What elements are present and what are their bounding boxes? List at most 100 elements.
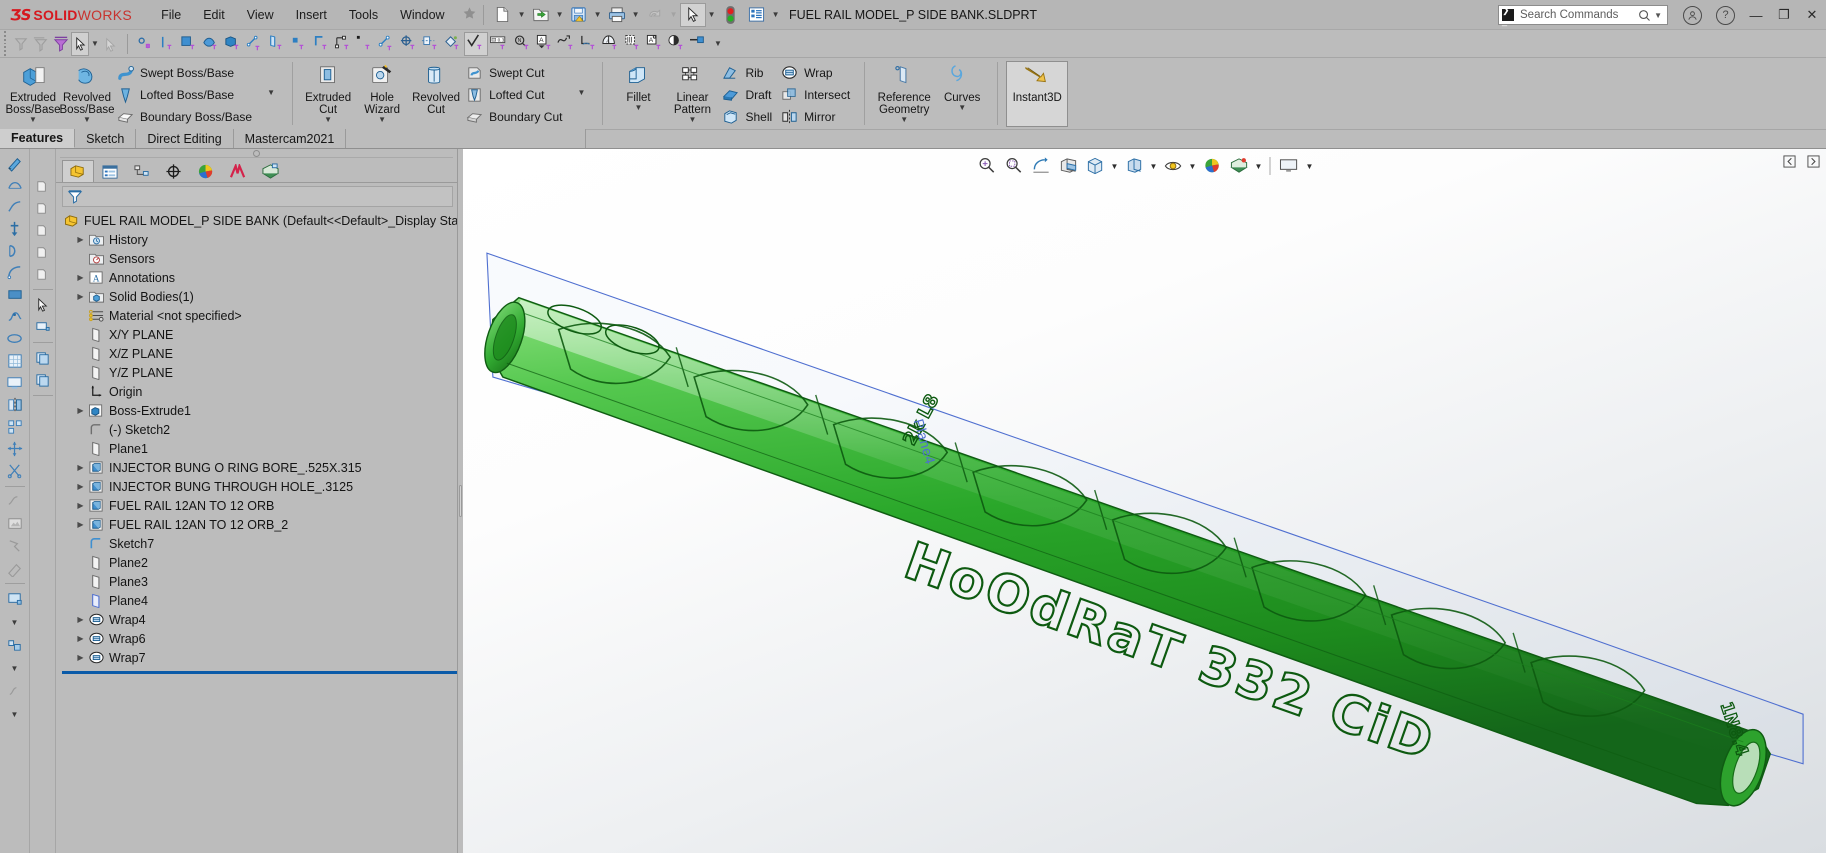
flyout-tree-item-5-icon[interactable] [31, 263, 55, 284]
tree-item-annotations[interactable]: ▶ A Annotations [62, 268, 457, 287]
tree-item-fuel-rail-12an-to-12-orb-2[interactable]: ▶ FUEL RAIL 12AN TO 12 ORB_2 [62, 515, 457, 534]
select-button[interactable] [680, 3, 706, 27]
move-entities-icon[interactable] [3, 438, 27, 459]
mirror-button[interactable]: Mirror [778, 106, 856, 128]
model-viewport[interactable]: HoOdRaT 332 CiD 2k L8 1N8.4 [463, 149, 1826, 853]
tree-item-xz-plane[interactable]: X/Z PLANE [62, 344, 457, 363]
tree-item-plane4[interactable]: Plane4 [62, 591, 457, 610]
tree-item-wrap7[interactable]: ▶ Wrap7 [62, 648, 457, 667]
quick-snaps-icon[interactable] [3, 535, 27, 556]
monitor-display-icon[interactable] [3, 372, 27, 393]
display-style-button[interactable] [1121, 154, 1147, 178]
rib-button[interactable]: Rib [719, 62, 778, 84]
menu-tools[interactable]: Tools [338, 4, 389, 26]
sketch-tool-icon[interactable] [3, 152, 27, 173]
tree-item-wrap4[interactable]: ▶ Wrap4 [62, 610, 457, 629]
fm-tab-dimxpert-manager[interactable] [158, 160, 190, 182]
tree-item-sketch7[interactable]: Sketch7 [62, 534, 457, 553]
tree-item-solid-bodies[interactable]: ▶ Solid Bodies(1) [62, 287, 457, 306]
options-caret-icon[interactable]: ▼ [770, 3, 782, 27]
fuel-rail-12an-to-12-orb-expand-arrow-icon[interactable]: ▶ [74, 496, 87, 515]
tree-item-plane1[interactable]: Plane1 [62, 439, 457, 458]
intersect-button[interactable]: Intersect [778, 84, 856, 106]
solid-body-entity-button[interactable] [222, 32, 244, 56]
undo-caret-icon[interactable]: ▼ [668, 3, 680, 27]
hide-show-strip-icon[interactable] [31, 316, 55, 337]
tree-item-origin[interactable]: Origin [62, 382, 457, 401]
sketch-picture-icon[interactable] [3, 513, 27, 534]
save-button[interactable]: ! [566, 3, 592, 27]
fm-tab-display-manager[interactable] [190, 160, 222, 182]
fillet-button[interactable]: Fillet ▼ [611, 61, 665, 115]
revolved-cut-button[interactable]: RevolvedCut [409, 61, 463, 119]
smart-dimension-icon[interactable] [3, 174, 27, 195]
equation-button[interactable]: 0.3 [488, 32, 512, 56]
display-style-caret-icon[interactable]: ▼ [1148, 154, 1159, 178]
new-document-caret-icon[interactable]: ▼ [516, 3, 528, 27]
revolved-boss-base-button[interactable]: RevolvedBoss/Base ▼ [60, 61, 114, 127]
wrap7-expand-arrow-icon[interactable]: ▶ [74, 648, 87, 667]
wrap-button[interactable]: Wrap [778, 62, 856, 84]
zebra-stripes-button[interactable] [622, 32, 644, 56]
instant2d-caret-icon[interactable]: ▼ [9, 610, 21, 634]
boundary-cut-button[interactable]: Boundary Cut [463, 106, 568, 128]
undo-button[interactable] [642, 3, 668, 27]
sketch-exit-icon[interactable] [3, 680, 27, 701]
copy-body-strip-icon[interactable] [31, 347, 55, 368]
linear-pattern-button[interactable]: LinearPattern ▼ [665, 61, 719, 127]
search-commands-box[interactable]: ❯_ Search Commands ▼ [1498, 5, 1668, 25]
fm-tab-appearances[interactable] [254, 160, 286, 182]
extruded-boss-base-caret-icon[interactable]: ▼ [8, 116, 58, 124]
shell-button[interactable]: Shell [719, 106, 778, 128]
open-loop-entity-button[interactable] [310, 32, 332, 56]
pin-icon[interactable] [462, 6, 477, 24]
find-named-button[interactable]: N [512, 32, 534, 56]
feature-manager-collapse-handle[interactable] [56, 149, 457, 157]
print-caret-icon[interactable]: ▼ [630, 3, 642, 27]
filter-edges-button[interactable] [31, 32, 51, 56]
draft-button[interactable]: Draft [719, 84, 778, 106]
wrap4-expand-arrow-icon[interactable]: ▶ [74, 610, 87, 629]
tab-sketch[interactable]: Sketch [75, 129, 136, 148]
surface-entity-button[interactable] [200, 32, 222, 56]
section-view-button[interactable] [1055, 154, 1081, 178]
vertex-entity-button[interactable] [288, 32, 310, 56]
arc-tool-icon[interactable] [3, 262, 27, 283]
tree-item-wrap6[interactable]: ▶ Wrap6 [62, 629, 457, 648]
curves-caret-icon[interactable]: ▼ [937, 104, 987, 112]
feature-tree-filter-bar[interactable] [62, 186, 453, 207]
rapid-sketch-icon[interactable] [3, 557, 27, 578]
toggle-selection-filter-button[interactable] [51, 32, 71, 56]
mirror-entities-icon[interactable] [3, 394, 27, 415]
hide-show-items-button[interactable] [1160, 154, 1186, 178]
rollback-bar[interactable] [62, 671, 457, 674]
sketch-line-button[interactable] [376, 32, 398, 56]
annotation-text-button[interactable]: A [534, 32, 556, 56]
lofted-boss-base-button[interactable]: Lofted Boss/Base [114, 84, 258, 106]
reference-geometry-caret-icon[interactable]: ▼ [875, 116, 933, 124]
select-tool-button[interactable] [71, 32, 89, 56]
tree-item-xy-plane[interactable]: X/Y PLANE [62, 325, 457, 344]
tree-item-fuel-rail-12an-to-12-orb[interactable]: ▶ FUEL RAIL 12AN TO 12 ORB [62, 496, 457, 515]
flyout-tree-item-2-icon[interactable] [31, 197, 55, 218]
tree-item-yz-plane[interactable]: Y/Z PLANE [62, 363, 457, 382]
injector-bung-through-hole-expand-arrow-icon[interactable]: ▶ [74, 477, 87, 496]
graphics-area[interactable]: ▼ ▼ ▼ ▼ ▼ [463, 149, 1826, 853]
sketch-point-button[interactable] [354, 32, 376, 56]
options-button[interactable] [744, 3, 770, 27]
flyout-tree-item-1-icon[interactable] [31, 175, 55, 196]
coordinate-system-button[interactable] [398, 32, 420, 56]
select-caret-icon[interactable]: ▼ [706, 3, 718, 27]
close-button[interactable]: ✕ [1798, 2, 1826, 28]
fm-tab-mastercam[interactable] [222, 160, 254, 182]
print-button[interactable] [604, 3, 630, 27]
tree-item-plane3[interactable]: Plane3 [62, 572, 457, 591]
rect-fill-tool-icon[interactable] [3, 284, 27, 305]
parting-line-button[interactable] [688, 32, 712, 56]
apply-scene-caret-icon[interactable]: ▼ [1253, 154, 1264, 178]
tree-item-injector-bung-o-ring-bore[interactable]: ▶ INJECTOR BUNG O RING BORE_.525X.315 [62, 458, 457, 477]
linear-sketch-pattern-icon[interactable] [3, 416, 27, 437]
instant3d-button[interactable]: Instant3D [1006, 61, 1068, 127]
rectangle-tool-icon[interactable] [3, 218, 27, 239]
dimension-entity-button[interactable] [332, 32, 354, 56]
